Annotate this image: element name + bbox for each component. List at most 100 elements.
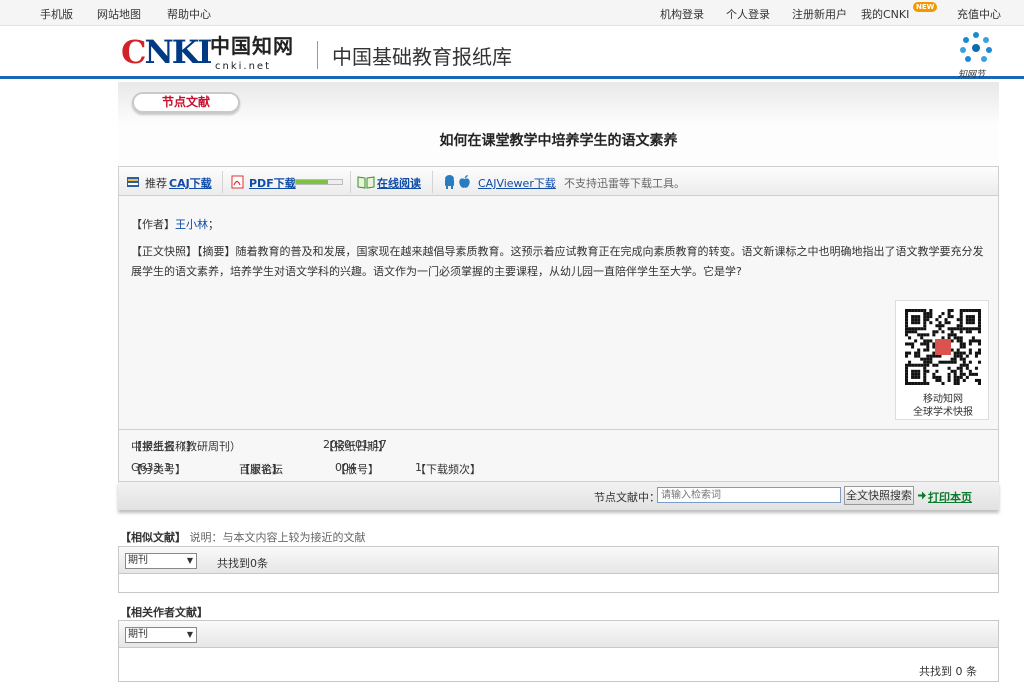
android-icon[interactable]	[443, 174, 456, 189]
qr-module	[923, 324, 927, 328]
qr-module	[953, 351, 957, 355]
author-link[interactable]: 王小林	[175, 218, 208, 231]
qr-module	[905, 321, 909, 325]
qr-module	[950, 330, 954, 334]
qr-module	[926, 345, 930, 349]
qr-module	[953, 378, 957, 382]
toolbar-divider	[222, 171, 223, 193]
node-document-tab[interactable]: 节点文献	[132, 92, 240, 113]
cnki-logo[interactable]: CNKI	[121, 33, 213, 71]
qr-module	[959, 342, 963, 346]
qr-module	[926, 348, 930, 352]
qr-module	[953, 333, 957, 337]
nav-org-login[interactable]: 机构登录	[660, 6, 704, 22]
qr-module	[917, 375, 921, 379]
qr-module	[947, 309, 951, 313]
qr-module	[950, 309, 954, 313]
nav-help[interactable]: 帮助中心	[167, 6, 211, 22]
qr-module	[938, 354, 942, 358]
qr-module	[959, 327, 963, 331]
in-document-search: 节点文献中： 全文快照搜索 打印本页	[118, 482, 999, 510]
qr-module	[911, 318, 915, 322]
qr-module	[968, 348, 972, 352]
qr-module	[932, 363, 936, 367]
recommend-label: 推荐	[145, 177, 167, 190]
nav-my-cnki[interactable]: 我的CNKI	[861, 6, 909, 22]
qr-module	[920, 309, 924, 313]
nav-personal-login[interactable]: 个人登录	[726, 6, 770, 22]
qr-module	[914, 363, 918, 367]
qr-module	[971, 318, 975, 322]
logo-divider	[317, 41, 318, 69]
cajviewer-download-link[interactable]: CAJViewer下载	[478, 175, 556, 191]
qr-module	[974, 378, 978, 382]
qr-module	[950, 333, 954, 337]
qr-module	[905, 333, 909, 337]
qr-module	[947, 312, 951, 316]
related-author-docs-panel: 期刊 ▼ 共找到 0 条	[118, 620, 999, 682]
fulltext-search-button[interactable]: 全文快照搜索	[844, 486, 914, 505]
qr-module	[911, 342, 915, 346]
qr-module	[929, 315, 933, 319]
qr-module	[977, 339, 981, 343]
qr-module	[956, 327, 960, 331]
qr-module	[959, 315, 963, 319]
qr-module	[941, 312, 945, 316]
qr-module	[923, 318, 927, 322]
qr-module	[947, 372, 951, 376]
qr-module	[959, 318, 963, 322]
qr-module	[938, 378, 942, 382]
qr-module	[938, 375, 942, 379]
paper-name-value: 中学生报（教研周刊）	[131, 440, 241, 453]
nav-recharge[interactable]: 充值中心	[957, 6, 1001, 22]
logo-letter-c: C	[121, 33, 147, 71]
qr-module	[953, 357, 957, 361]
qr-module	[923, 309, 927, 313]
pdf-download-link[interactable]: PDF下载	[249, 175, 296, 191]
site-header: CNKI 中国知网 cnki.net 中国基础教育报纸库 知网节	[0, 27, 1024, 80]
related-author-docs-type-select[interactable]: 期刊 ▼	[125, 627, 197, 643]
caj-download-link[interactable]: CAJ下载	[169, 175, 212, 191]
qr-module	[977, 342, 981, 346]
download-count-label: 【下载频次】	[415, 463, 481, 476]
similar-docs-count: 共找到0条	[217, 557, 268, 570]
qr-module	[965, 366, 969, 370]
nav-sitemap[interactable]: 网站地图	[97, 6, 141, 22]
qr-module	[968, 318, 972, 322]
chevron-down-icon: ▼	[186, 630, 193, 639]
qr-module	[935, 369, 939, 373]
qr-code-icon	[905, 309, 981, 385]
qr-module	[938, 315, 942, 319]
qr-module	[959, 324, 963, 328]
qr-module	[926, 363, 930, 367]
qr-module	[947, 327, 951, 331]
nav-register[interactable]: 注册新用户	[792, 6, 847, 22]
qr-module	[905, 369, 909, 373]
print-page-link[interactable]: 打印本页	[928, 489, 972, 505]
qr-module	[932, 333, 936, 337]
qr-module	[926, 360, 930, 364]
qr-module	[953, 369, 957, 373]
nav-mobile[interactable]: 手机版	[40, 6, 73, 22]
author-suffix: ；	[208, 218, 219, 231]
search-input[interactable]	[657, 487, 841, 503]
qr-module	[971, 327, 975, 331]
qr-module	[971, 339, 975, 343]
qr-module	[920, 342, 924, 346]
qr-module	[953, 354, 957, 358]
qr-module	[926, 342, 930, 346]
similar-docs-type-select[interactable]: 期刊 ▼	[125, 553, 197, 569]
qr-module	[908, 360, 912, 364]
qr-module	[971, 309, 975, 313]
qr-module	[974, 354, 978, 358]
qr-module	[971, 336, 975, 340]
qr-module	[947, 333, 951, 337]
apple-icon[interactable]	[458, 174, 471, 189]
qr-module	[905, 351, 909, 355]
similar-docs-type-value: 期刊	[128, 555, 148, 566]
qr-module	[920, 336, 924, 340]
qr-module	[953, 375, 957, 379]
qr-module	[956, 366, 960, 370]
online-read-link[interactable]: 在线阅读	[377, 175, 421, 191]
similar-docs-panel: 期刊 ▼ 共找到0条	[118, 546, 999, 593]
